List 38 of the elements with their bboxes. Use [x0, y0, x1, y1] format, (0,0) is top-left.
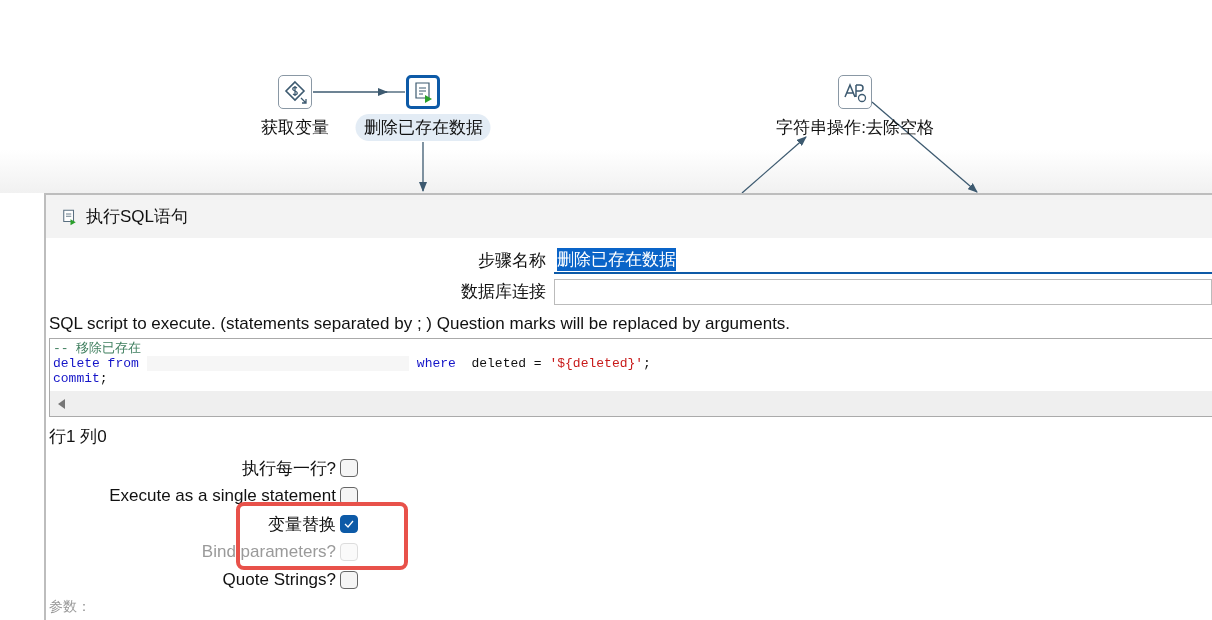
code-text: -- 移除已存在 [53, 341, 142, 356]
checkbox[interactable] [340, 571, 358, 589]
code-text: deleted = [470, 356, 543, 371]
step-node[interactable] [838, 75, 872, 109]
dollar-diamond-icon [282, 79, 308, 105]
code-text: delete from [53, 356, 139, 371]
cursor-position: 行1 列0 [49, 426, 108, 448]
code-text: commit [53, 371, 100, 386]
input-field[interactable] [554, 278, 1212, 305]
params-label: 参数： [49, 598, 92, 616]
option-label: 变量替换 [268, 513, 336, 536]
sql-editor[interactable]: -- 移除已存在 delete from where deleted = '${deleted}'; commit; [49, 338, 1212, 417]
code-text: '${deleted}' [549, 356, 644, 371]
step-label: 删除已存在数据 [355, 114, 491, 141]
input-field[interactable]: 删除已存在数据 [554, 247, 1212, 274]
option-label: 执行每一行? [241, 457, 336, 480]
horizontal-scrollbar[interactable] [50, 391, 1212, 416]
code-text: ; [643, 356, 651, 371]
checkbox[interactable] [340, 515, 358, 533]
checkbox[interactable] [340, 459, 358, 477]
option-label: Execute as a single statement [109, 486, 336, 506]
field-label: 步骤名称 [477, 250, 546, 272]
script-run-icon [60, 207, 78, 226]
option-label: Quote Strings? [222, 570, 336, 590]
step-label: 字符串操作:去除空格 [775, 117, 935, 139]
step-node[interactable] [278, 75, 312, 109]
check-icon [343, 519, 355, 529]
option-label: Bind parameters? [201, 542, 336, 562]
flow-arrow [419, 141, 427, 192]
field-label: 数据库连接 [460, 281, 546, 303]
step-label: 获取变量 [260, 117, 330, 139]
step-node[interactable] [406, 75, 440, 109]
flow-arrow [741, 136, 807, 193]
code-text: ; [99, 371, 108, 386]
dialog-title: 执行SQL语句 [86, 206, 189, 228]
code-text: where [416, 356, 456, 371]
scroll-left-icon[interactable] [58, 398, 66, 409]
sql-caption: SQL script to execute. (statements separated by ; ) Question marks will be replaced by arguments. [49, 314, 792, 334]
